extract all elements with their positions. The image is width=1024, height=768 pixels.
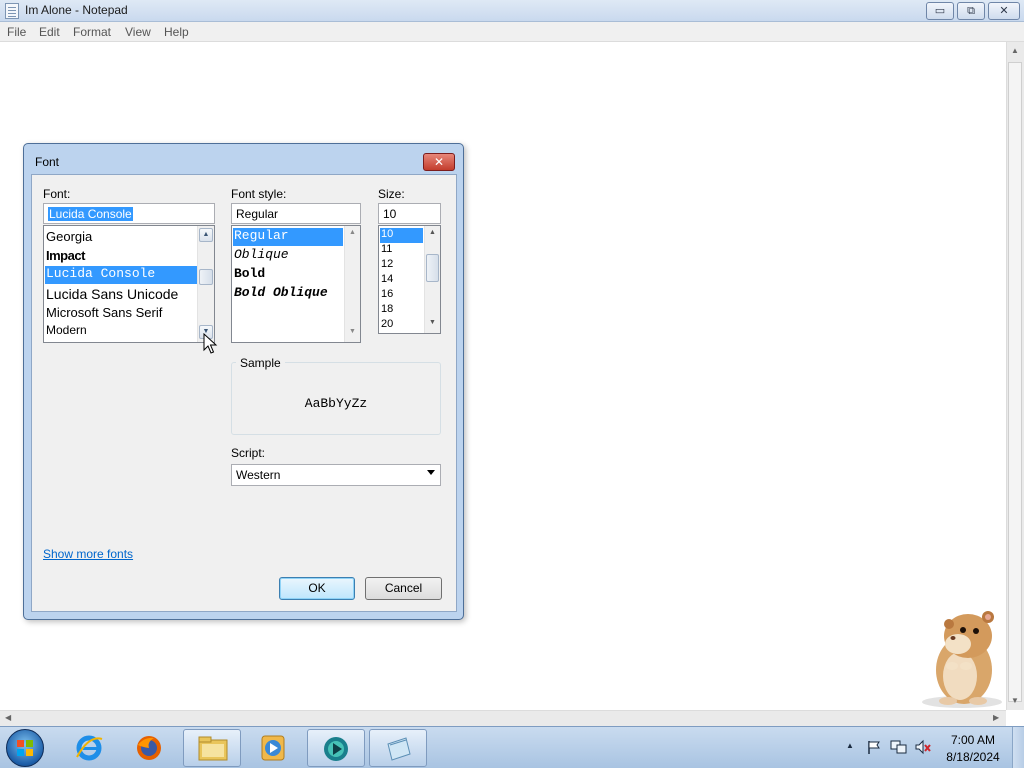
restore-button[interactable]: ⧉ (957, 2, 985, 20)
dialog-title: Font (35, 155, 60, 169)
size-item[interactable]: 18 (380, 303, 423, 318)
vertical-scroll-thumb[interactable] (1008, 62, 1022, 702)
action-center-flag-icon[interactable] (866, 739, 882, 755)
taskbar-app[interactable] (307, 729, 365, 767)
size-item-selected[interactable]: 10 (380, 228, 423, 243)
scroll-up-icon[interactable]: ▲ (429, 229, 436, 236)
size-item[interactable]: 14 (380, 273, 423, 288)
font-list-item[interactable]: Microsoft Sans Serif (45, 305, 197, 323)
taskbar-file-explorer[interactable] (183, 729, 241, 767)
chevron-down-icon (427, 470, 435, 475)
title-bar: Im Alone - Notepad ▭ ⧉ ✕ (0, 0, 1024, 22)
taskbar-media-player[interactable] (245, 729, 303, 767)
horizontal-scrollbar[interactable] (0, 710, 1006, 726)
app-icon (324, 737, 348, 761)
minimize-button[interactable]: ▭ (926, 2, 954, 20)
font-list-item[interactable]: Impact (45, 248, 197, 266)
scroll-up-icon[interactable]: ▲ (349, 229, 356, 236)
size-item[interactable]: 16 (380, 288, 423, 303)
font-list-item[interactable]: Georgia (45, 229, 197, 247)
minimize-icon: ▭ (934, 5, 946, 17)
clock-date[interactable]: 8/18/2024 (940, 750, 1006, 764)
scroll-up-icon[interactable]: ▲ (1011, 46, 1019, 55)
size-input[interactable]: 10 (378, 203, 441, 224)
file-explorer-icon (198, 736, 228, 761)
scroll-down-icon[interactable]: ▼ (429, 319, 436, 326)
font-list-scroll-thumb[interactable] (199, 269, 213, 285)
script-label: Script: (231, 446, 266, 460)
font-name-input-text: Lucida Console (48, 207, 133, 221)
ok-button[interactable]: OK (279, 577, 355, 600)
font-label: Font: (43, 187, 71, 201)
font-style-item[interactable]: Bold Oblique (233, 285, 345, 303)
close-icon: ✕ (999, 5, 1009, 17)
font-style-input[interactable]: Regular (231, 203, 361, 224)
menu-bar: File Edit Format View Help (0, 22, 1024, 42)
scroll-up-icon[interactable]: ▲ (199, 228, 213, 242)
close-icon: ✕ (433, 155, 445, 169)
menu-file[interactable]: File (7, 25, 26, 39)
menu-view[interactable]: View (125, 25, 151, 39)
clock-time[interactable]: 7:00 AM (940, 733, 1006, 747)
menu-help[interactable]: Help (164, 25, 189, 39)
scroll-right-icon[interactable]: ▶ (993, 713, 999, 722)
font-style-scrollbar[interactable]: ▲ ▼ (344, 226, 360, 342)
size-item[interactable]: 12 (380, 258, 423, 273)
font-style-item[interactable]: Oblique (233, 247, 343, 265)
scroll-down-icon[interactable]: ▼ (1011, 696, 1019, 705)
show-more-fonts-link[interactable]: Show more fonts (43, 547, 133, 561)
network-icon[interactable] (890, 739, 908, 755)
hamster-mascot (922, 611, 1002, 708)
menu-format[interactable]: Format (73, 25, 111, 39)
font-style-item[interactable]: Bold (233, 266, 343, 284)
sample-preview: AaBbYyZz (304, 396, 368, 411)
font-list-item[interactable]: Lucida Sans Unicode (45, 286, 197, 304)
font-list[interactable]: Georgia Impact Lucida Console Lucida San… (43, 225, 215, 343)
notepad-app-icon (5, 3, 19, 19)
taskbar-internet-explorer[interactable] (61, 729, 119, 767)
media-player-icon (261, 735, 285, 761)
font-style-item-selected[interactable]: Regular (233, 228, 343, 246)
script-dropdown-value: Western (236, 468, 281, 482)
font-list-scrollbar[interactable]: ▲ ▼ (197, 226, 214, 342)
firefox-icon (137, 736, 161, 760)
notepad-icon (387, 737, 411, 761)
cancel-button[interactable]: Cancel (365, 577, 442, 600)
font-list-item[interactable]: Modern (45, 323, 197, 341)
taskbar-firefox[interactable] (121, 729, 179, 767)
size-item[interactable]: 11 (380, 243, 423, 258)
window-title: Im Alone - Notepad (25, 3, 128, 17)
size-list[interactable]: 10 11 12 14 16 18 20 ▲ ▼ (378, 225, 441, 334)
close-button[interactable]: ✕ (988, 2, 1020, 20)
taskbar-notepad[interactable] (369, 729, 427, 767)
size-label: Size: (378, 187, 405, 201)
font-style-label: Font style: (231, 187, 287, 201)
internet-explorer-icon (76, 735, 103, 761)
mouse-pointer-icon (203, 333, 218, 354)
font-name-input[interactable]: Lucida Console (43, 203, 215, 224)
dialog-close-button[interactable]: ✕ (423, 153, 455, 171)
script-dropdown[interactable]: Western (231, 464, 441, 486)
restore-icon: ⧉ (967, 5, 975, 17)
font-list-item-selected[interactable]: Lucida Console (45, 266, 197, 284)
tray-expand-icon[interactable]: ▲ (846, 741, 854, 750)
size-list-scroll-thumb[interactable] (426, 254, 439, 282)
windows-logo-icon (17, 740, 33, 756)
size-item[interactable]: 20 (380, 318, 423, 333)
menu-edit[interactable]: Edit (39, 25, 60, 39)
volume-muted-icon[interactable] (914, 739, 932, 755)
font-style-list[interactable]: Regular Oblique Bold Bold Oblique ▲ ▼ (231, 225, 361, 343)
size-list-scrollbar[interactable]: ▲ ▼ (424, 226, 440, 333)
scroll-down-icon[interactable]: ▼ (349, 328, 356, 335)
sample-label: Sample (236, 356, 285, 370)
show-desktop-button[interactable] (1012, 727, 1024, 768)
scroll-left-icon[interactable]: ◀ (5, 713, 11, 722)
